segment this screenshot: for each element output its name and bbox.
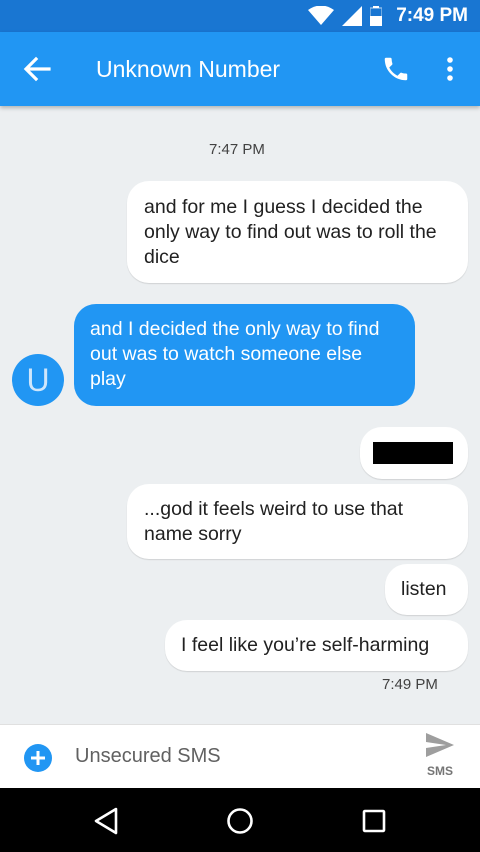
message-bubble-outgoing[interactable]: listen — [385, 564, 468, 615]
status-icons: 7:49 PM — [308, 0, 468, 32]
redaction-block — [373, 442, 453, 464]
message-composer: Unsecured SMS SMS — [0, 724, 480, 788]
send-button[interactable]: SMS — [420, 731, 460, 783]
message-bubble-outgoing[interactable]: and for me I guess I decided the only wa… — [127, 181, 468, 283]
status-bar: 7:49 PM — [0, 0, 480, 32]
wifi-icon — [308, 6, 335, 25]
message-input[interactable]: Unsecured SMS — [75, 745, 221, 768]
message-bubble-outgoing[interactable]: ...god it feels weird to use that name s… — [127, 484, 468, 559]
timestamp: 7:47 PM — [209, 141, 265, 158]
send-label: SMS — [426, 764, 453, 778]
conversation-title: Unknown Number — [96, 56, 281, 82]
status-time: 7:49 PM — [396, 5, 468, 26]
message-thread: 7:47 PM and for me I guess I decided the… — [0, 106, 480, 724]
cell-signal-icon — [342, 6, 363, 26]
navigation-bar — [0, 788, 480, 852]
phone-icon[interactable] — [381, 54, 411, 84]
avatar[interactable]: U — [12, 354, 64, 406]
message-bubble-incoming[interactable]: and I decided the only way to find out w… — [74, 304, 415, 406]
more-options-icon[interactable] — [440, 54, 460, 84]
timestamp: 7:49 PM — [382, 676, 438, 693]
send-icon — [426, 733, 454, 757]
nav-back-icon[interactable] — [91, 806, 121, 836]
message-bubble-outgoing[interactable]: I feel like you’re self-harming — [165, 620, 468, 671]
app-bar: Unknown Number — [0, 32, 480, 106]
back-arrow-icon[interactable] — [22, 55, 52, 83]
nav-home-icon[interactable] — [225, 806, 255, 836]
battery-icon — [370, 6, 383, 26]
message-bubble-outgoing-redacted[interactable] — [360, 427, 468, 479]
add-attachment-icon[interactable] — [24, 744, 52, 772]
nav-recents-icon[interactable] — [359, 806, 389, 836]
